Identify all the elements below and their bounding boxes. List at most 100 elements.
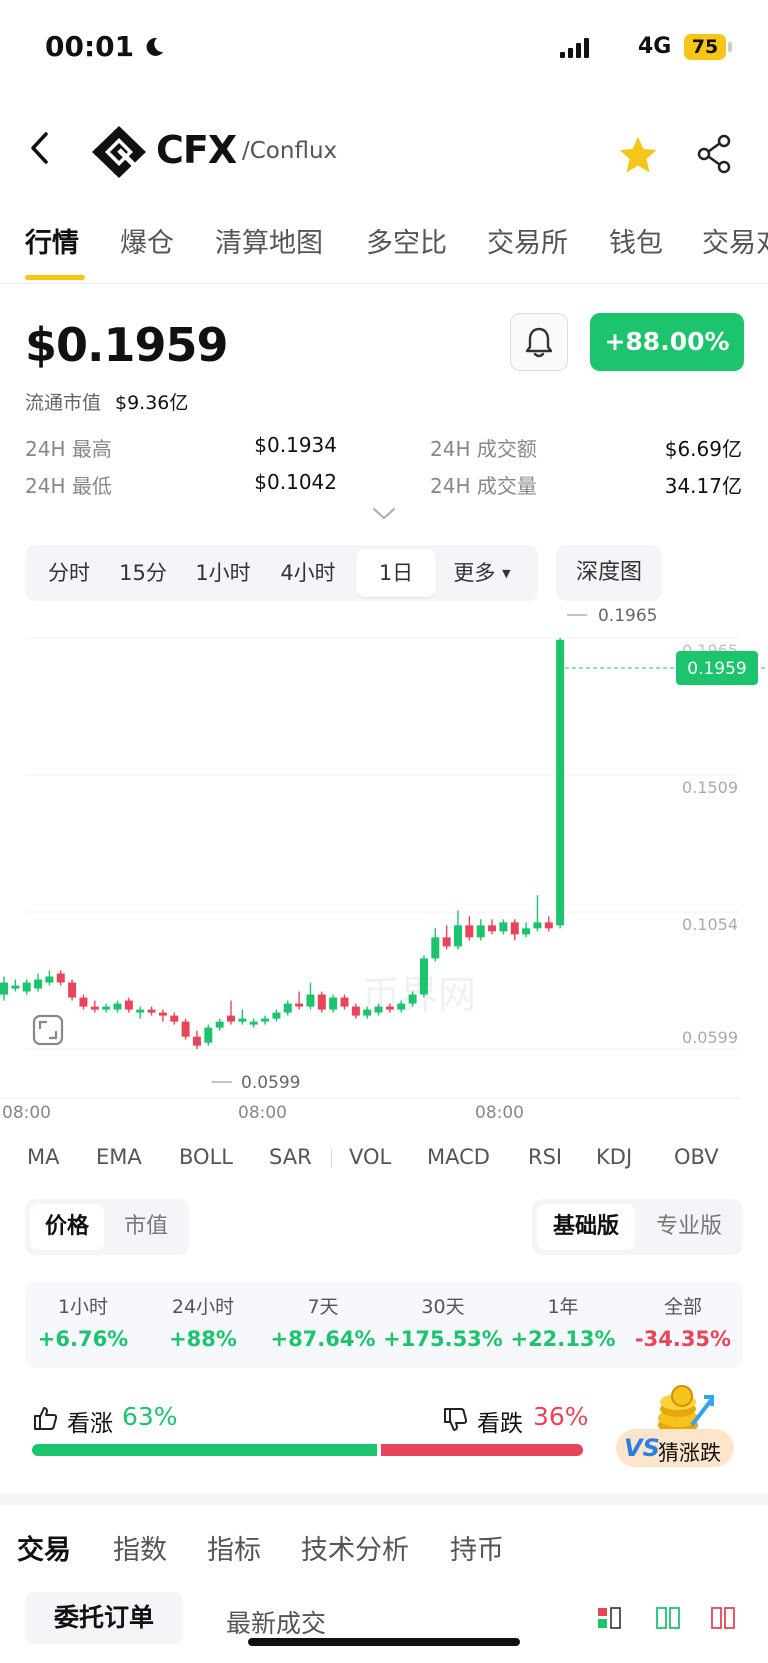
high-24h-value: $0.1934 xyxy=(254,433,337,457)
perf-label: 7天 xyxy=(307,1296,339,1318)
indicator-ema[interactable]: EMA xyxy=(96,1145,142,1169)
toggle-price[interactable]: 价格 xyxy=(30,1204,104,1250)
perf-item: 24小时 +88% xyxy=(143,1292,263,1351)
guess-game-button[interactable]: VS 猜涨跌 xyxy=(616,1385,734,1471)
toggle-basic[interactable]: 基础版 xyxy=(537,1204,635,1250)
candle xyxy=(192,1030,201,1049)
tab-exchanges[interactable]: 交易所 xyxy=(487,221,568,260)
candle xyxy=(68,979,77,1001)
moon-icon xyxy=(146,37,163,56)
candle xyxy=(465,916,474,941)
price-alert-button[interactable] xyxy=(510,313,568,371)
perf-value: -34.35% xyxy=(634,1327,732,1351)
candle xyxy=(102,1003,111,1013)
tab-liquidations[interactable]: 爆仓 xyxy=(120,221,174,260)
tab-indicators[interactable]: 指标 xyxy=(207,1528,261,1567)
candle xyxy=(533,895,542,932)
interval-15m[interactable]: 15分 xyxy=(107,545,179,601)
bullish-label: 看涨 xyxy=(67,1411,113,1437)
interval-4h[interactable]: 4小时 xyxy=(265,545,351,601)
candle xyxy=(170,1012,179,1025)
toggle-mcap[interactable]: 市值 xyxy=(109,1204,183,1250)
layout-sell-icon[interactable] xyxy=(710,1605,736,1631)
perf-label: 全部 xyxy=(663,1296,702,1318)
perf-value: +22.13% xyxy=(510,1327,616,1351)
perf-item: 7天 +87.64% xyxy=(263,1292,383,1351)
high-24h-label: 24H 最高 xyxy=(25,437,112,461)
status-bar: 00:01 4G 75 xyxy=(0,0,768,100)
tab-pairs[interactable]: 交易对 xyxy=(702,221,768,260)
candle xyxy=(340,994,349,1010)
tab-index[interactable]: 指数 xyxy=(113,1528,167,1567)
indicator-boll[interactable]: BOLL xyxy=(179,1145,233,1169)
candle xyxy=(238,1009,247,1025)
y-tick-2: 0.1054 xyxy=(682,915,738,934)
coin-header: CFX /Conflux xyxy=(0,110,768,200)
interval-1h[interactable]: 1小时 xyxy=(180,545,266,601)
indicator-sar[interactable]: SAR xyxy=(269,1145,312,1169)
low-24h-label: 24H 最低 xyxy=(25,474,112,498)
star-icon[interactable] xyxy=(618,136,658,174)
indicator-kdj[interactable]: KDJ xyxy=(596,1145,632,1169)
indicator-macd[interactable]: MACD xyxy=(427,1145,490,1169)
depth-chart-button[interactable]: 深度图 xyxy=(556,545,662,601)
interval-1d[interactable]: 1日 xyxy=(356,549,436,597)
candle xyxy=(295,991,304,1010)
perf-label: 30天 xyxy=(421,1296,465,1318)
battery-indicator: 75 xyxy=(684,34,726,60)
candle xyxy=(158,1009,167,1022)
price-mcap-toggle: 价格 市值 xyxy=(25,1199,189,1255)
interval-more[interactable]: 更多 ▼ xyxy=(443,545,521,601)
share-icon[interactable] xyxy=(696,134,732,174)
fullscreen-icon[interactable] xyxy=(32,1014,64,1046)
caret-down-icon: ▼ xyxy=(502,567,511,580)
candle xyxy=(499,919,508,935)
status-time: 00:01 xyxy=(45,30,135,63)
toggle-pro[interactable]: 专业版 xyxy=(640,1204,738,1250)
battery-tip xyxy=(728,42,732,52)
bullish-value: 63% xyxy=(122,1402,178,1431)
back-icon[interactable] xyxy=(28,130,52,166)
indicator-obv[interactable]: OBV xyxy=(674,1145,719,1169)
layout-both-icon[interactable] xyxy=(596,1605,622,1631)
tab-technical-analysis[interactable]: 技术分析 xyxy=(301,1528,409,1567)
indicator-vol[interactable]: VOL xyxy=(349,1145,391,1169)
candle xyxy=(90,1000,99,1013)
tab-holders[interactable]: 持币 xyxy=(450,1528,504,1567)
candlestick-chart[interactable]: 币界网 0.1965 0.1509 0.1054 0.0599 08:00 08… xyxy=(0,600,768,1120)
candle xyxy=(556,638,565,929)
candle xyxy=(306,982,315,1010)
perf-item: 30天 +175.53% xyxy=(383,1292,503,1351)
candle xyxy=(34,973,43,992)
interval-timeshare[interactable]: 分时 xyxy=(25,545,113,601)
tab-market[interactable]: 行情 xyxy=(25,221,79,260)
indicator-rsi[interactable]: RSI xyxy=(528,1145,562,1169)
interval-more-label: 更多 xyxy=(453,561,496,585)
tab-trade[interactable]: 交易 xyxy=(17,1528,71,1567)
tab-latest-trades[interactable]: 最新成交 xyxy=(226,1604,326,1640)
candle xyxy=(431,928,440,962)
indicator-ma[interactable]: MA xyxy=(27,1145,59,1169)
candle xyxy=(147,1006,156,1016)
expand-chevron-icon[interactable] xyxy=(372,507,396,521)
tab-wallet[interactable]: 钱包 xyxy=(609,221,663,260)
indicator-bar: MA EMA BOLL SAR VOL MACD RSI KDJ OBV xyxy=(0,1120,768,1180)
tab-orders[interactable]: 委托订单 xyxy=(25,1592,183,1644)
bullish-bar xyxy=(32,1444,377,1456)
network-label: 4G xyxy=(638,34,672,59)
tab-liquidation-map[interactable]: 清算地图 xyxy=(215,221,323,260)
volume-24h-value: 34.17亿 xyxy=(664,474,742,498)
candle xyxy=(113,1000,122,1013)
perf-value: +6.76% xyxy=(37,1327,129,1351)
x-tick-1: 08:00 xyxy=(238,1103,287,1120)
perf-item: 全部 -34.35% xyxy=(623,1292,743,1351)
tab-long-short[interactable]: 多空比 xyxy=(366,221,447,260)
interval-selector: 分时 15分 1小时 4小时 1日 更多 ▼ xyxy=(25,545,538,601)
thumbs-down-icon[interactable] xyxy=(442,1407,468,1433)
vs-label: VS xyxy=(624,1434,660,1462)
bearish-bar xyxy=(381,1444,583,1456)
candle xyxy=(510,919,519,941)
layout-buy-icon[interactable] xyxy=(655,1605,681,1631)
thumbs-up-icon[interactable] xyxy=(32,1405,58,1431)
candle xyxy=(56,970,65,986)
